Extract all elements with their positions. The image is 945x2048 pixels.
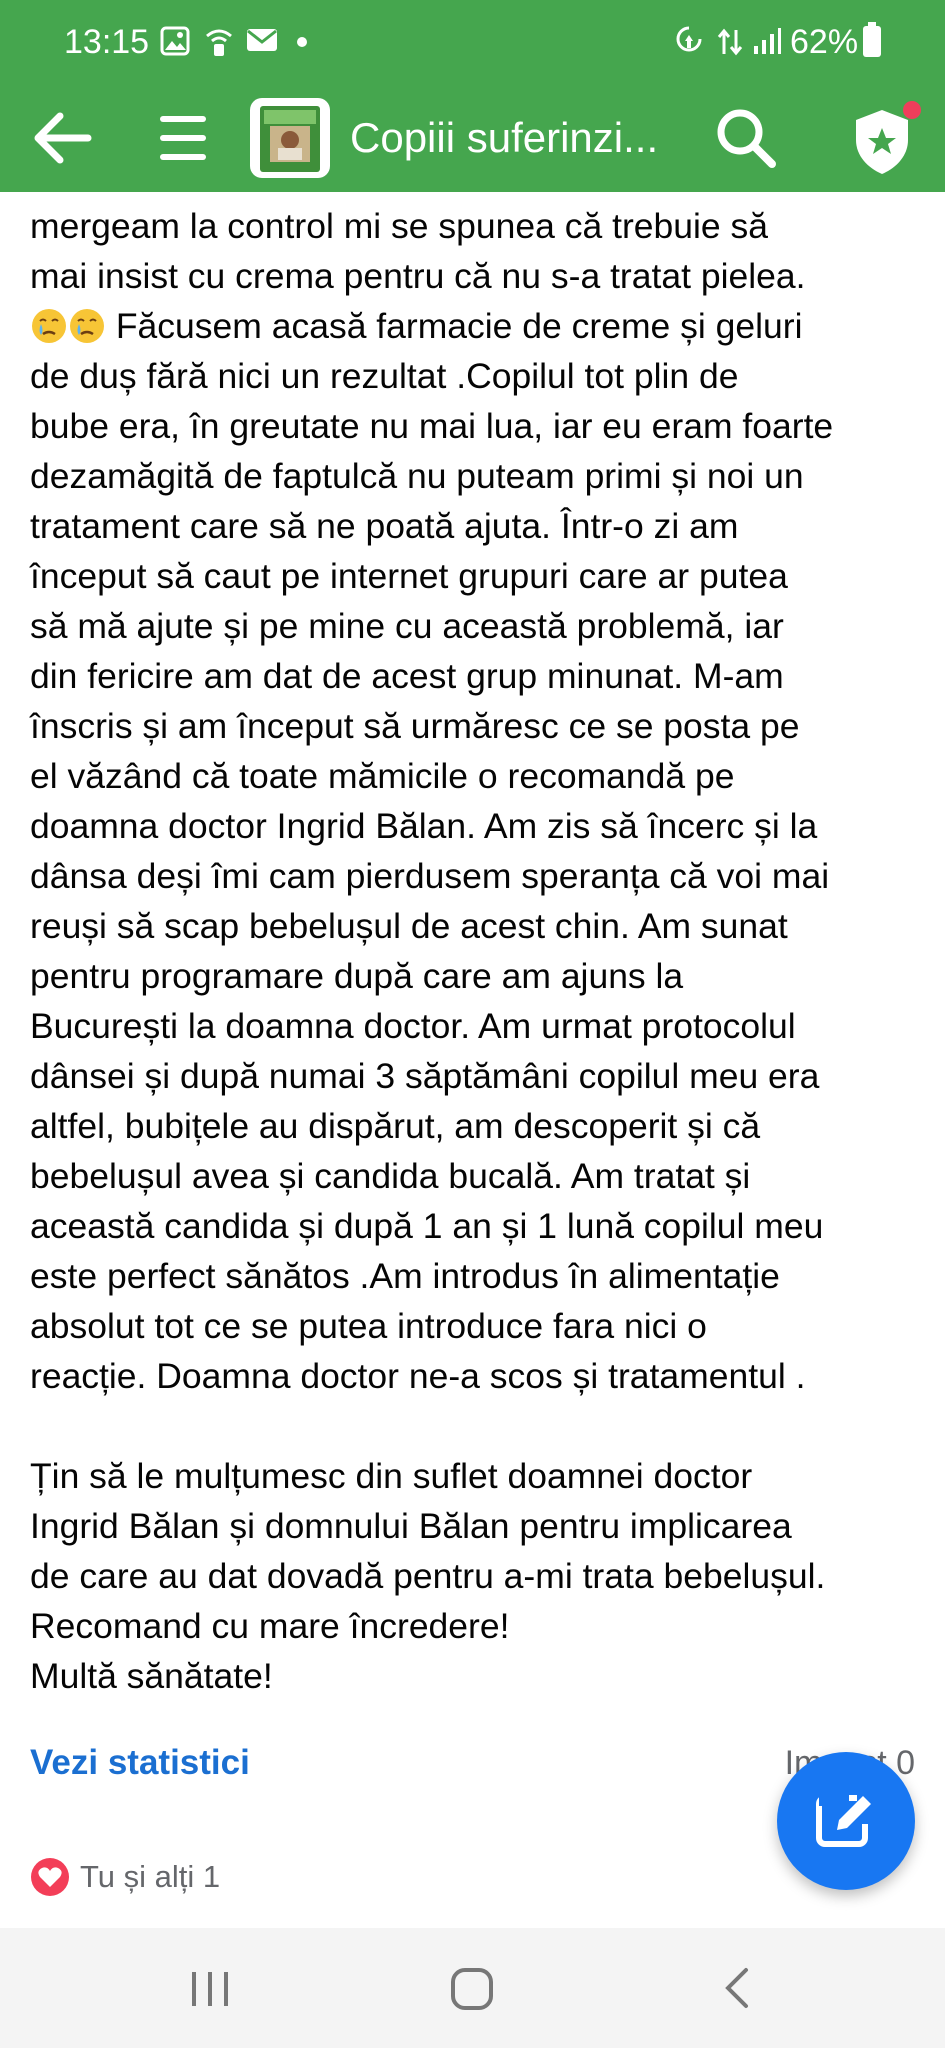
post-line: această candida și după 1 an și 1 lună c…	[30, 1206, 824, 1246]
post-line: Țin să le mulțumesc din suflet doamnei d…	[30, 1456, 753, 1496]
dot-icon	[297, 37, 307, 47]
group-thumbnail[interactable]	[250, 98, 330, 178]
battery-percent: 62%	[790, 23, 859, 61]
post-line: tratament care să ne poată ajuta. Într-o…	[30, 506, 739, 546]
system-nav-bar	[0, 1928, 945, 2048]
post-line: dânsa deși îmi cam pierdusem speranța că…	[30, 856, 830, 896]
post-line: mergeam la control mi se spunea că trebu…	[30, 206, 768, 246]
admin-shield-icon[interactable]	[846, 96, 926, 180]
book-cover-icon	[260, 106, 320, 172]
post-line: de care au dat dovadă pentru a-mi trata …	[30, 1556, 826, 1596]
wifi-call-icon	[206, 29, 232, 56]
recents-icon[interactable]	[180, 1958, 240, 2018]
post-body: mergeam la control mi se spunea că trebu…	[30, 201, 925, 1701]
post-line: dânsei și după numai 3 săptămâni copilul…	[30, 1056, 820, 1096]
post-line: de duș fără nici un rezultat .Copilul to…	[30, 356, 739, 396]
post-line: este perfect sănătos .Am introdus în ali…	[30, 1256, 780, 1296]
post-line: Recomand cu mare încredere!	[30, 1606, 510, 1646]
post-line: bube era, în greutate nu mai lua, iar eu…	[30, 406, 834, 446]
back-icon[interactable]	[708, 1958, 768, 2018]
post-line: înscris și am început să urmăresc ce se …	[30, 706, 800, 746]
post-line-text: Făcusem acasă farmacie de creme și gelur…	[106, 306, 803, 346]
back-arrow-icon[interactable]	[28, 104, 96, 172]
post-line: altfel, bubițele au dispărut, am descope…	[30, 1106, 761, 1146]
menu-icon[interactable]	[158, 108, 208, 168]
mail-icon	[247, 29, 277, 51]
post-line: început să caut pe internet grupuri care…	[30, 556, 788, 596]
compose-button[interactable]	[777, 1752, 915, 1890]
group-title[interactable]: Copiii suferinzi...	[350, 108, 670, 168]
post-line: să mă ajute și pe mine cu această proble…	[30, 606, 784, 646]
battery-saver-icon	[676, 26, 702, 52]
signal-icon	[754, 28, 781, 54]
status-time: 13:15	[64, 23, 150, 61]
post-line: pentru programare după care am ajuns la	[30, 956, 684, 996]
post-line: dezamăgită de faptulcă nu puteam primi ș…	[30, 456, 804, 496]
crying-face-emoji	[70, 309, 104, 343]
post-line: București la doamna doctor. Am urmat pro…	[30, 1006, 796, 1046]
post-line: Multă sănătate!	[30, 1656, 273, 1696]
app-header: 13:15 62% Copiii suferinzi...	[0, 0, 945, 192]
post-line: el văzând că toate mămicile o recomandă …	[30, 756, 735, 796]
reaction-text: Tu și alți 1	[80, 1859, 221, 1894]
post-line: doamna doctor Ingrid Bălan. Am zis să în…	[30, 806, 818, 846]
post-line: reuși să scap bebelușul de acest chin. A…	[30, 906, 788, 946]
post-line: absolut tot ce se putea introduce fara n…	[30, 1306, 707, 1346]
edit-icon	[816, 1794, 873, 1847]
post-line: Ingrid Bălan și domnului Bălan pentru im…	[30, 1506, 792, 1546]
view-stats-link[interactable]: Vezi statistici	[30, 1738, 250, 1788]
battery-icon	[863, 22, 881, 57]
search-icon[interactable]	[712, 104, 780, 172]
heart-icon	[31, 1858, 69, 1896]
crying-face-emoji	[32, 309, 66, 343]
status-bar: 13:15 62%	[0, 0, 945, 84]
post-line: mai insist cu crema pentru că nu s-a tra…	[30, 256, 806, 296]
post-line-with-emoji: Făcusem acasă farmacie de creme și gelur…	[30, 301, 925, 351]
notification-dot	[903, 101, 921, 119]
post-line: bebelușul avea și candida bucală. Am tra…	[30, 1156, 751, 1196]
data-icon	[717, 28, 743, 56]
post-line: reacție. Doamna doctor ne-a scos și trat…	[30, 1356, 806, 1396]
gallery-icon	[160, 26, 190, 56]
post-line: din fericire am dat de acest grup minuna…	[30, 656, 784, 696]
home-icon[interactable]	[443, 1958, 503, 2018]
app-bar: Copiii suferinzi...	[0, 84, 945, 192]
